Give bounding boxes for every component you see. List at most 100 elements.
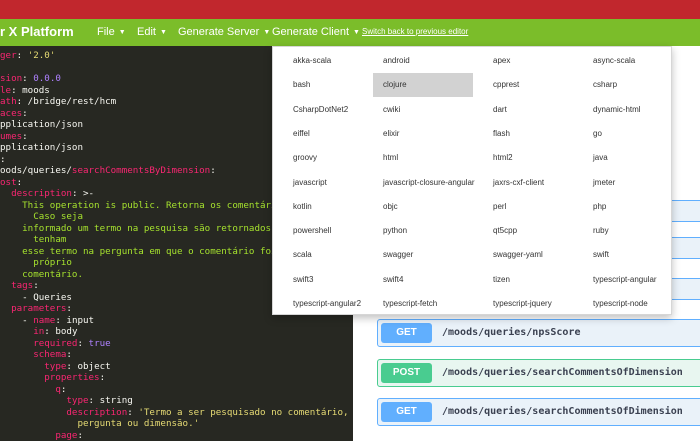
switch-editor-link[interactable]: Switch back to previous editor [362, 27, 468, 36]
client-option-csharp[interactable]: csharp [593, 73, 693, 97]
code-token: Caso seja [0, 211, 83, 222]
client-option-typescript-angular2[interactable]: typescript-angular2 [293, 292, 393, 316]
client-option-swift[interactable]: swift [593, 243, 693, 267]
client-option-objc[interactable]: objc [383, 195, 483, 219]
client-option-scala[interactable]: scala [293, 243, 393, 267]
client-option-ruby[interactable]: ruby [593, 219, 693, 243]
client-option-cwiki[interactable]: cwiki [383, 98, 483, 122]
top-red-bar [0, 0, 700, 19]
code-token: '2.0' [27, 50, 56, 61]
client-option-apex[interactable]: apex [493, 49, 593, 73]
client-option-typescript-angular[interactable]: typescript-angular [593, 268, 693, 292]
client-option-swagger-yaml[interactable]: swagger-yaml [493, 243, 593, 267]
code-token: : [127, 406, 139, 418]
client-option-typescript-fetch[interactable]: typescript-fetch [383, 292, 483, 316]
code-line: sion: 0.0.0 [0, 73, 61, 84]
client-option-clojure[interactable]: clojure [373, 73, 473, 98]
client-option-swift3[interactable]: swift3 [293, 268, 393, 292]
code-line: type: string [0, 395, 133, 406]
client-option-javascript[interactable]: javascript [293, 171, 393, 195]
code-token: comentário. [0, 268, 83, 280]
client-option-groovy[interactable]: groovy [293, 146, 393, 170]
client-option-html2[interactable]: html2 [493, 146, 593, 170]
code-line: pplication/json [0, 119, 83, 130]
client-option-cpprest[interactable]: cpprest [493, 73, 593, 97]
menu-edit-label: Edit [137, 26, 156, 38]
code-token: - Queries [0, 291, 72, 303]
code-token: parameters [11, 303, 67, 314]
code-token: : [66, 303, 72, 314]
code-token: : [66, 349, 72, 360]
code-line: esse termo na pergunta em que o comentár… [0, 246, 299, 257]
client-option-java[interactable]: java [593, 146, 693, 170]
client-option-go[interactable]: go [593, 122, 693, 146]
code-token: true [88, 337, 111, 349]
code-token: : >- [71, 188, 95, 199]
code-line: Caso seja [0, 211, 83, 222]
menu-generate-client[interactable]: Generate Client ▼ [272, 26, 360, 38]
client-option-jaxrs-cxf-client[interactable]: jaxrs-cxf-client [493, 171, 593, 195]
code-token: description [11, 188, 72, 199]
code-token: 'Termo a ser pesquisado no comentário, [138, 406, 349, 418]
client-option-powershell[interactable]: powershell [293, 219, 393, 243]
client-option-python[interactable]: python [383, 219, 483, 243]
code-token: le [0, 84, 12, 96]
client-option-android[interactable]: android [383, 49, 483, 73]
client-option-swift4[interactable]: swift4 [383, 268, 483, 292]
client-option-flash[interactable]: flash [493, 122, 593, 146]
code-token: ger [0, 50, 17, 61]
code-token: : string [88, 395, 133, 406]
client-option-typescript-jquery[interactable]: typescript-jquery [493, 292, 593, 316]
code-token: : [22, 73, 34, 84]
client-option-jmeter[interactable]: jmeter [593, 171, 693, 195]
client-option-qt5cpp[interactable]: qt5cpp [493, 219, 593, 243]
code-token: name [33, 314, 56, 326]
menu-generate-server[interactable]: Generate Server ▼ [178, 26, 270, 38]
code-line: - Queries [0, 292, 72, 303]
code-token: 0.0.0 [33, 73, 61, 84]
menu-file[interactable]: File ▼ [97, 26, 126, 38]
code-line: schema: [0, 349, 72, 360]
code-token: : [22, 130, 28, 142]
navbar: r X Platform File ▼ Edit ▼ Generate Server… [0, 19, 700, 46]
client-option-perl[interactable]: perl [493, 195, 593, 219]
code-token: : /bridge/rest/hcm [16, 96, 117, 107]
client-option-dart[interactable]: dart [493, 98, 593, 122]
code-line: ger: '2.0' [0, 50, 55, 61]
client-option-php[interactable]: php [593, 195, 693, 219]
brand-title: r X Platform [0, 24, 74, 39]
code-line: oods/queries/searchCommentsByDimension: [0, 165, 216, 176]
code-token: : object [66, 360, 111, 372]
menu-file-label: File [97, 26, 115, 38]
menu-generate-client-label: Generate Client [272, 26, 350, 38]
client-option-async-scala[interactable]: async-scala [593, 49, 693, 73]
operation-get-nps-score[interactable]: GET /moods/queries/npsScore [377, 319, 700, 347]
menu-edit[interactable]: Edit ▼ [137, 26, 167, 38]
code-token: : body [44, 326, 78, 337]
code-token: properties [44, 372, 100, 383]
client-option-typescript-node[interactable]: typescript-node [593, 292, 693, 316]
operation-path: /moods/queries/searchCommentsOfDimension [442, 406, 683, 417]
client-option-javascript-closure-angular[interactable]: javascript-closure-angular [383, 171, 483, 195]
code-line: : [0, 154, 6, 165]
caret-down-icon: ▼ [159, 29, 167, 36]
code-token: informado um termo na pesquisa são retor… [0, 222, 294, 234]
client-option-csharpdotnet2[interactable]: CsharpDotNet2 [293, 98, 393, 122]
code-token: : moods [11, 84, 50, 96]
operation-get-search-comments[interactable]: GET /moods/queries/searchCommentsOfDimen… [377, 398, 700, 426]
code-token: : [0, 153, 6, 165]
operation-post-search-comments[interactable]: POST /moods/queries/searchCommentsOfDime… [377, 359, 700, 387]
client-option-swagger[interactable]: swagger [383, 243, 483, 267]
client-option-html[interactable]: html [383, 146, 483, 170]
client-option-kotlin[interactable]: kotlin [293, 195, 393, 219]
client-option-akka-scala[interactable]: akka-scala [293, 49, 393, 73]
client-option-elixir[interactable]: elixir [383, 122, 483, 146]
client-option-eiffel[interactable]: eiffel [293, 122, 393, 146]
code-token: tags [11, 280, 34, 291]
client-option-tizen[interactable]: tizen [493, 268, 593, 292]
client-option-dynamic-html[interactable]: dynamic-html [593, 98, 693, 122]
code-line: pergunta ou dimensão.' [0, 418, 199, 429]
